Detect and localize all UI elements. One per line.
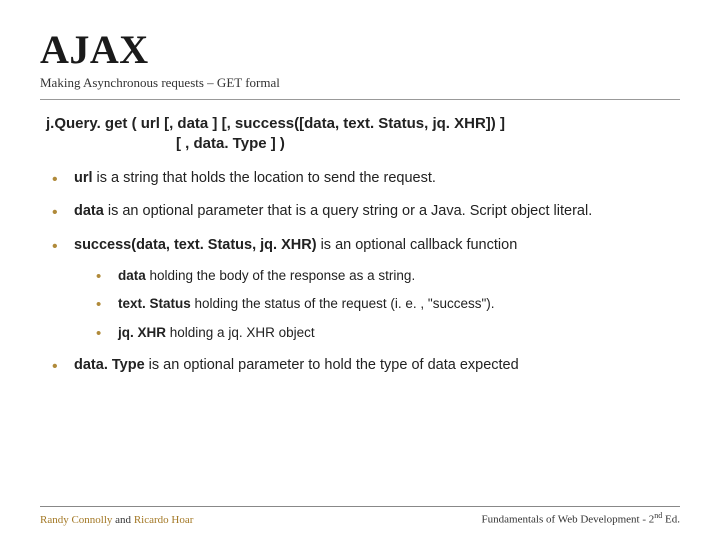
footer: Randy Connolly and Ricardo Hoar Fundamen…: [40, 506, 680, 526]
text: is an optional parameter to hold the typ…: [145, 357, 519, 373]
signature-line2: [ , data. Type ] ): [46, 134, 674, 154]
term-data: data: [74, 203, 104, 219]
divider: [40, 99, 680, 100]
term-sub-status: text. Status: [118, 296, 191, 311]
function-signature: j.Query. get ( url [, data ] [, success(…: [40, 114, 680, 155]
book-post: Ed.: [662, 514, 680, 526]
footer-authors: Randy Connolly and Ricardo Hoar: [40, 514, 193, 526]
list-item: url is a string that holds the location …: [46, 169, 680, 189]
text: is a string that holds the location to s…: [93, 170, 436, 186]
term-sub-data: data: [118, 268, 146, 283]
sub-list: data holding the body of the response as…: [74, 267, 680, 342]
term-sub-jqxhr: jq. XHR: [118, 325, 166, 340]
book-pre: Fundamentals of Web Development - 2: [482, 514, 655, 526]
text: is an optional callback function: [317, 237, 518, 253]
list-item: data holding the body of the response as…: [90, 267, 680, 285]
list-item: success(data, text. Status, jq. XHR) is …: [46, 236, 680, 342]
page-title: AJAX: [40, 26, 680, 73]
text: is an optional parameter that is a query…: [104, 203, 592, 219]
footer-divider: [40, 506, 680, 507]
term-datatype: data. Type: [74, 357, 145, 373]
list-item: text. Status holding the status of the r…: [90, 295, 680, 313]
term-success: success(data, text. Status, jq. XHR): [74, 237, 317, 253]
page-subtitle: Making Asynchronous requests – GET forma…: [40, 75, 680, 91]
list-item: data. Type is an optional parameter to h…: [46, 356, 680, 376]
list-item: jq. XHR holding a jq. XHR object: [90, 324, 680, 342]
and: and: [112, 514, 133, 526]
term-url: url: [74, 170, 93, 186]
signature-line1: j.Query. get ( url [, data ] [, success(…: [46, 115, 505, 132]
author1: Randy Connolly: [40, 514, 112, 526]
slide: AJAX Making Asynchronous requests – GET …: [0, 0, 720, 540]
author2: Ricardo Hoar: [134, 514, 194, 526]
list-item: data is an optional parameter that is a …: [46, 202, 680, 222]
footer-row: Randy Connolly and Ricardo Hoar Fundamen…: [40, 511, 680, 526]
text: holding the status of the request (i. e.…: [191, 296, 495, 311]
bullet-list: url is a string that holds the location …: [40, 169, 680, 376]
footer-book: Fundamentals of Web Development - 2nd Ed…: [482, 511, 680, 526]
text: holding a jq. XHR object: [166, 325, 315, 340]
text: holding the body of the response as a st…: [146, 268, 415, 283]
